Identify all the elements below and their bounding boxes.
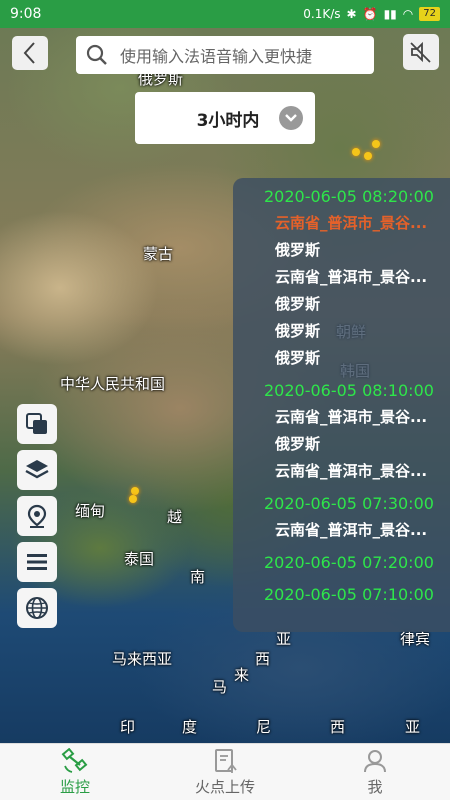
map-tools <box>17 404 57 634</box>
map-label: 度 <box>182 718 198 736</box>
nav-label: 监控 <box>59 777 90 796</box>
nav-monitor[interactable]: 监控 <box>0 744 150 800</box>
fire-point-marker[interactable] <box>372 140 380 148</box>
map-label: 尼 <box>256 718 272 736</box>
list-item[interactable]: 云南省_普洱市_景谷... <box>233 404 450 431</box>
locate-button[interactable] <box>17 496 57 536</box>
map-label: 亚 <box>405 718 421 736</box>
search-input[interactable]: 使用输入法语音输入更快捷 <box>76 36 374 74</box>
list-toggle-button[interactable] <box>17 542 57 582</box>
map-label: 中华人民共和国 <box>60 375 166 393</box>
list-item[interactable]: 俄罗斯 <box>233 237 450 264</box>
map-label: 南 <box>190 568 206 586</box>
fire-point-marker[interactable] <box>364 152 372 160</box>
status-time: 9:08 <box>10 6 42 22</box>
search-icon <box>86 44 107 65</box>
upload-doc-icon <box>215 748 237 773</box>
map-label: 印 <box>120 718 136 736</box>
list-item[interactable]: 云南省_普洱市_景谷... <box>233 458 450 485</box>
layers-button[interactable] <box>17 450 57 490</box>
volume-off-icon <box>410 41 431 63</box>
layers-icon <box>25 460 49 479</box>
chevron-down-icon <box>279 106 303 130</box>
wifi-icon: ◠ <box>402 7 414 21</box>
fire-point-list[interactable]: 2020-06-05 08:20:00 云南省_普洱市_景谷... 俄罗斯 云南… <box>233 178 450 632</box>
group-time: 2020-06-05 08:20:00 <box>264 187 434 206</box>
location-pin-icon <box>27 504 47 528</box>
map-label: 西 <box>255 650 271 668</box>
status-icons: 0.1K/s ✱ ⏰ ▮▮ ◠ 72 <box>303 7 440 21</box>
map-label: 越 <box>167 508 183 526</box>
globe-icon <box>26 597 48 619</box>
layers-copy-icon <box>26 413 47 434</box>
map-label: 泰国 <box>124 550 155 568</box>
map-label: 马来西亚 <box>112 650 173 668</box>
battery-icon: 72 <box>419 7 440 21</box>
list-item[interactable]: 俄罗斯 <box>233 318 450 345</box>
list-item[interactable]: 俄罗斯 <box>233 431 450 458</box>
user-icon <box>364 749 386 772</box>
time-range-dropdown[interactable]: 3小时内 <box>135 92 315 144</box>
nav-label: 火点上传 <box>194 777 255 796</box>
nav-label: 我 <box>367 777 383 796</box>
map-label: 缅甸 <box>75 502 106 520</box>
list-item[interactable]: 云南省_普洱市_景谷... <box>233 264 450 291</box>
bottom-navigation: 监控 火点上传 我 <box>0 743 450 800</box>
fire-point-marker[interactable] <box>352 148 360 156</box>
list-item[interactable]: 云南省_普洱市_景谷... <box>233 517 450 544</box>
nav-me[interactable]: 我 <box>300 744 450 800</box>
search-placeholder: 使用输入法语音输入更快捷 <box>120 47 313 66</box>
group-time: 2020-06-05 08:10:00 <box>264 381 434 400</box>
fire-point-marker[interactable] <box>131 487 139 495</box>
time-range-value: 3小时内 <box>196 110 260 131</box>
chevron-left-icon <box>23 42 35 64</box>
list-item[interactable]: 俄罗斯 <box>233 345 450 372</box>
group-time: 2020-06-05 07:10:00 <box>264 585 434 604</box>
map-label: 马 <box>212 678 228 696</box>
bluetooth-icon: ✱ <box>346 7 357 21</box>
basemap-switch-button[interactable] <box>17 404 57 444</box>
group-time: 2020-06-05 07:20:00 <box>264 553 434 572</box>
menu-list-icon <box>27 554 47 570</box>
back-button[interactable] <box>12 36 48 70</box>
status-bar: 9:08 0.1K/s ✱ ⏰ ▮▮ ◠ 72 <box>0 0 450 28</box>
signal-icon: ▮▮ <box>383 7 397 21</box>
satellite-icon <box>61 747 88 773</box>
map-label: 来 <box>234 666 250 684</box>
alarm-icon: ⏰ <box>362 7 378 21</box>
map-label: 西 <box>330 718 346 736</box>
list-item[interactable]: 俄罗斯 <box>233 291 450 318</box>
map-label: 蒙古 <box>143 245 174 263</box>
list-item[interactable]: 云南省_普洱市_景谷... <box>233 210 450 237</box>
mute-button[interactable] <box>403 34 439 70</box>
group-time: 2020-06-05 07:30:00 <box>264 494 434 513</box>
nav-fire-upload[interactable]: 火点上传 <box>150 744 300 800</box>
network-speed: 0.1K/s <box>303 7 341 21</box>
fire-point-marker[interactable] <box>129 495 137 503</box>
globe-button[interactable] <box>17 588 57 628</box>
